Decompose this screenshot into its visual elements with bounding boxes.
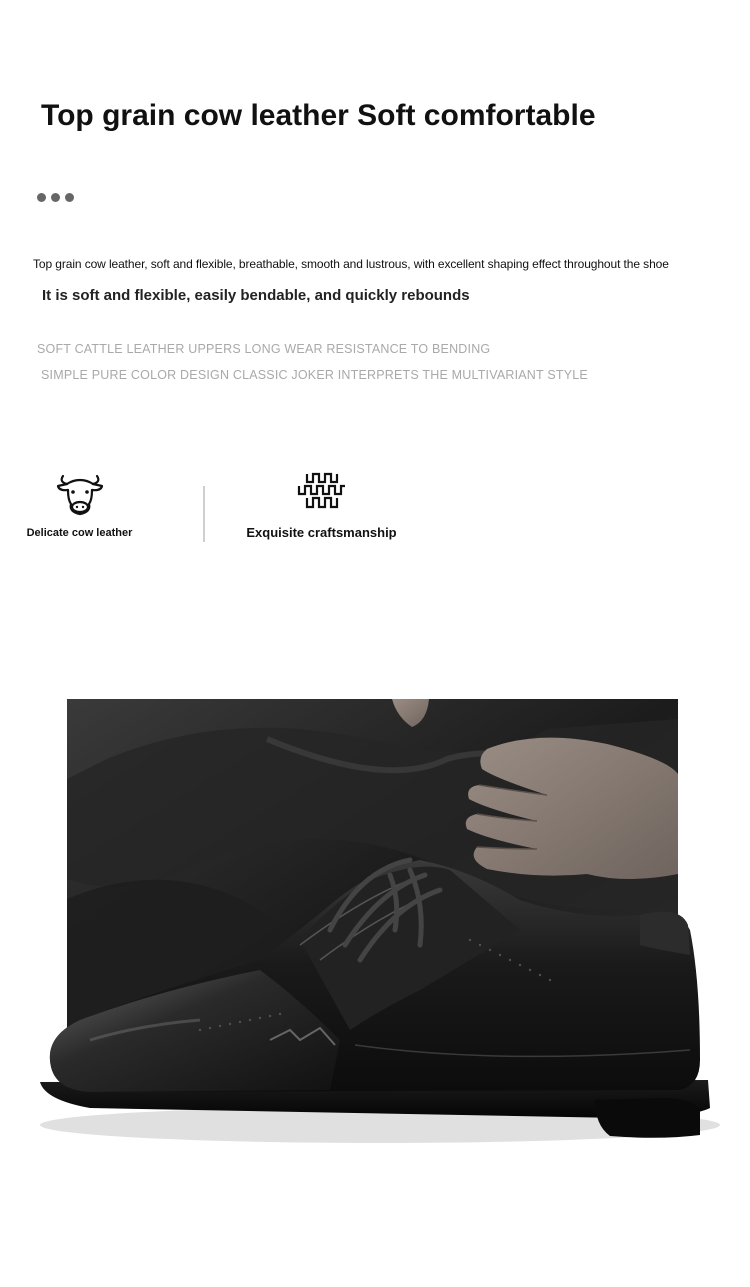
dot	[65, 193, 74, 202]
caps-line-1: SOFT CATTLE LEATHER UPPERS LONG WEAR RES…	[37, 342, 491, 356]
feature-label: Delicate cow leather	[26, 527, 133, 539]
page-title: Top grain cow leather Soft comfortable	[41, 99, 596, 132]
feature-cow-leather: Delicate cow leather	[22, 470, 137, 539]
caps-line-2: SIMPLE PURE COLOR DESIGN CLASSIC JOKER I…	[41, 368, 588, 382]
leather-hands-photo	[67, 699, 678, 1075]
dot	[37, 193, 46, 202]
product-background-panel	[67, 699, 678, 1075]
stitch-pattern-icon	[297, 472, 345, 509]
vertical-divider	[203, 486, 205, 542]
description-line-1: Top grain cow leather, soft and flexible…	[33, 257, 669, 271]
dot	[51, 193, 60, 202]
feature-craftsmanship: Exquisite craftsmanship	[240, 470, 403, 540]
pagination-dots	[37, 193, 74, 202]
black-oxford-shoe-illustration	[40, 857, 720, 1143]
feature-label: Exquisite craftsmanship	[246, 525, 397, 540]
description-line-2: It is soft and flexible, easily bendable…	[42, 287, 470, 304]
cow-head-icon	[56, 474, 103, 516]
